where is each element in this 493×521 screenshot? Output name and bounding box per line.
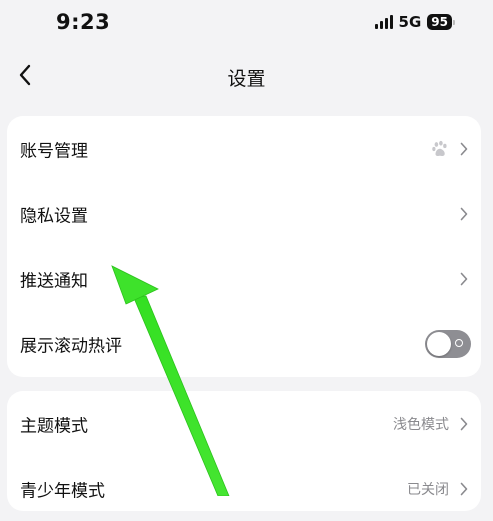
scrolling-comments-toggle[interactable] [425, 329, 471, 358]
settings-row-accessory [457, 207, 471, 221]
status-indicators: 5G 95 [374, 13, 455, 31]
settings-row-account[interactable]: 账号管理 [7, 116, 481, 181]
settings-row-label: 展示滚动热评 [20, 336, 122, 356]
settings-row-theme-mode[interactable]: 主题模式 浅色模式 [7, 391, 481, 456]
settings-group-general: 账号管理 隐私设置 推送通知 展示滚动热评 [7, 116, 481, 377]
cellular-signal-icon [374, 15, 393, 29]
settings-row-label: 隐私设置 [20, 206, 88, 226]
settings-row-label: 账号管理 [20, 141, 88, 161]
settings-row-label: 青少年模式 [20, 481, 105, 501]
battery-icon: 95 [427, 14, 455, 30]
chevron-right-icon [457, 207, 471, 221]
status-bar: 9:23 5G 95 [0, 0, 493, 48]
status-time: 9:23 [56, 10, 111, 34]
chevron-right-icon [457, 272, 471, 286]
chevron-right-icon [457, 417, 471, 431]
network-type: 5G [398, 13, 422, 31]
settings-row-accessory [457, 272, 471, 286]
settings-row-accessory [425, 329, 471, 358]
settings-group-display: 主题模式 浅色模式 青少年模式 已关闭 [7, 391, 481, 511]
settings-row-privacy[interactable]: 隐私设置 [7, 181, 481, 246]
settings-row-label: 推送通知 [20, 271, 88, 291]
settings-row-value: 浅色模式 [393, 416, 449, 433]
settings-row-accessory [431, 140, 471, 158]
settings-row-push-notifications[interactable]: 推送通知 [7, 246, 481, 311]
settings-row-scrolling-comments: 展示滚动热评 [7, 311, 481, 376]
baidu-paw-icon [432, 140, 447, 156]
settings-row-accessory: 浅色模式 [393, 414, 471, 434]
settings-row-teen-mode[interactable]: 青少年模式 已关闭 [7, 456, 481, 521]
chevron-right-icon [457, 142, 471, 156]
page-title: 设置 [227, 68, 266, 90]
battery-level: 95 [427, 14, 452, 30]
settings-row-label: 主题模式 [20, 416, 88, 436]
toggle-off-indicator-icon [455, 338, 463, 347]
toggle-knob [427, 331, 451, 356]
chevron-right-icon [457, 482, 471, 496]
nav-bar: 设置 [0, 48, 493, 104]
battery-tip [453, 19, 455, 25]
